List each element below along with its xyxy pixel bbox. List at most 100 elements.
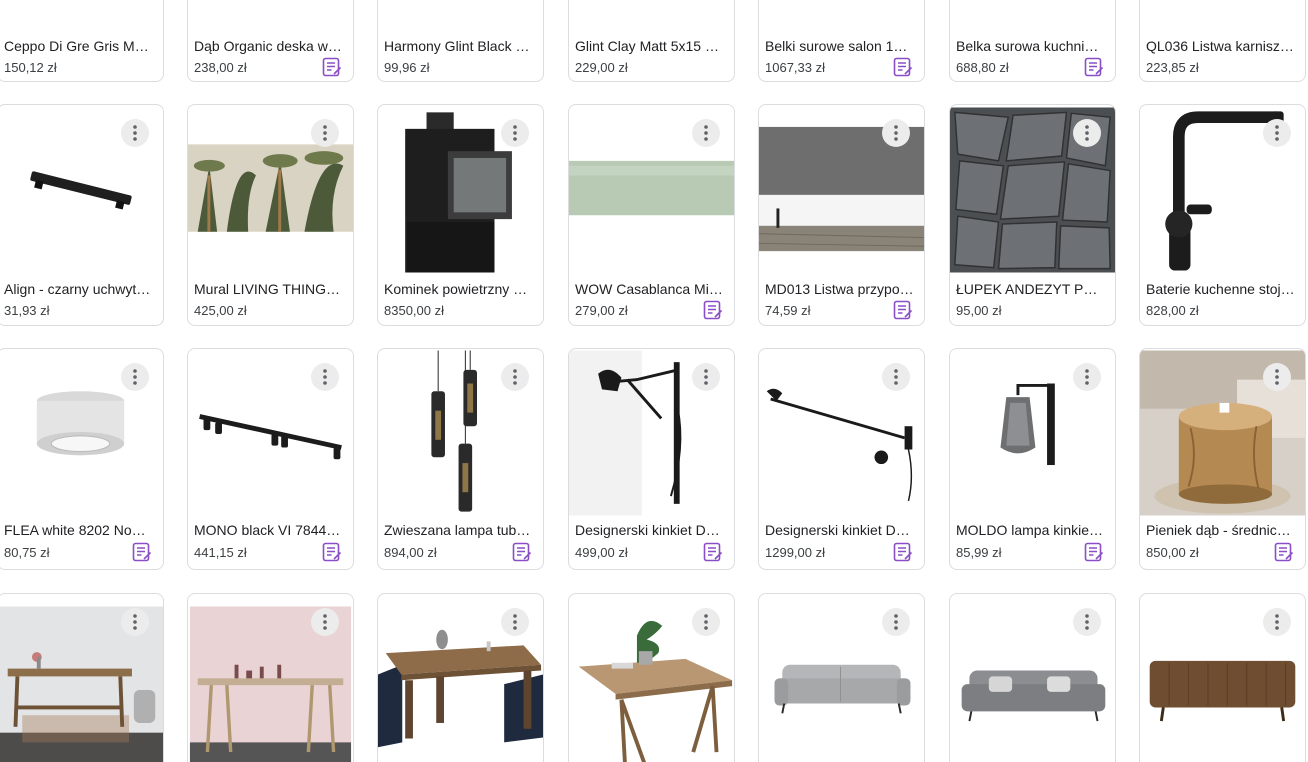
- edit-note-icon[interactable]: [1273, 541, 1295, 563]
- more-options-button[interactable]: [1263, 363, 1291, 391]
- more-options-button[interactable]: [121, 363, 149, 391]
- product-card[interactable]: Glint Clay Matt 5x15 cegiełka 229,00 zł: [568, 0, 735, 82]
- product-card[interactable]: [758, 593, 925, 762]
- edit-note-icon[interactable]: [702, 541, 724, 563]
- product-title[interactable]: Ceppo Di Gre Gris Mat. Rett. 60x120: [4, 38, 153, 54]
- more-options-button[interactable]: [692, 608, 720, 636]
- product-title[interactable]: Baterie kuchenne stojące czarne: [1146, 281, 1295, 297]
- product-title[interactable]: MONO black VI 7844 Nowodvorski: [194, 522, 343, 538]
- more-options-button[interactable]: [882, 363, 910, 391]
- product-card[interactable]: QL036 Listwa karniszowa 223,85 zł: [1139, 0, 1306, 82]
- more-options-button[interactable]: [692, 363, 720, 391]
- more-options-button[interactable]: [311, 363, 339, 391]
- more-options-button[interactable]: [1263, 608, 1291, 636]
- more-options-button[interactable]: [311, 608, 339, 636]
- product-card[interactable]: Belka surowa kuchnia 12x12 688,80 zł: [949, 0, 1116, 82]
- product-card[interactable]: [568, 593, 735, 762]
- edit-note-icon[interactable]: [702, 299, 724, 321]
- more-options-button[interactable]: [501, 363, 529, 391]
- more-options-button[interactable]: [1263, 119, 1291, 147]
- more-vert-icon: [894, 125, 898, 141]
- product-title[interactable]: WOW Casablanca Mint Gloss: [575, 281, 724, 297]
- product-title[interactable]: Harmony Glint Black Matt: [384, 38, 533, 54]
- product-card[interactable]: Harmony Glint Black Matt 99,96 zł: [377, 0, 544, 82]
- product-title[interactable]: Pieniek dąb - średnica 50cm: [1146, 522, 1295, 538]
- product-card[interactable]: MOLDO lampa kinkiet szkło 85,99 zł: [949, 348, 1116, 570]
- product-price: 850,00 zł: [1146, 545, 1199, 560]
- product-card[interactable]: [949, 593, 1116, 762]
- product-card[interactable]: ŁUPEK ANDEZYT PŁASKI 95,00 zł: [949, 104, 1116, 326]
- more-vert-icon: [133, 125, 137, 141]
- product-card[interactable]: [1139, 593, 1306, 762]
- more-options-button[interactable]: [501, 119, 529, 147]
- more-vert-icon: [323, 125, 327, 141]
- product-title[interactable]: Designerski kinkiet DR Lamp: [575, 522, 724, 538]
- product-card[interactable]: Designerski kinkiet DR Arm 1299,00 zł: [758, 348, 925, 570]
- more-vert-icon: [133, 369, 137, 385]
- more-options-button[interactable]: [882, 608, 910, 636]
- more-options-button[interactable]: [1073, 363, 1101, 391]
- product-title[interactable]: Belka surowa kuchnia 12x12: [956, 38, 1105, 54]
- more-vert-icon: [894, 369, 898, 385]
- product-price: 229,00 zł: [575, 60, 628, 75]
- product-card[interactable]: [377, 593, 544, 762]
- edit-note-icon[interactable]: [892, 56, 914, 78]
- product-card[interactable]: Baterie kuchenne stojące czarne 828,00 zł: [1139, 104, 1306, 326]
- more-options-button[interactable]: [311, 119, 339, 147]
- product-card[interactable]: Dąb Organic deska warstwowa 238,00 zł: [187, 0, 354, 82]
- more-vert-icon: [513, 125, 517, 141]
- edit-note-icon[interactable]: [321, 56, 343, 78]
- product-card[interactable]: MD013 Listwa przypodłogowa 74,59 zł: [758, 104, 925, 326]
- edit-note-icon[interactable]: [892, 299, 914, 321]
- product-card[interactable]: Mural LIVING THINGS Jungle 425,00 zł: [187, 104, 354, 326]
- product-title[interactable]: FLEA white 8202 Nowodvorski: [4, 522, 153, 538]
- more-options-button[interactable]: [501, 608, 529, 636]
- product-card[interactable]: Ceppo Di Gre Gris Mat. Rett. 60x120 150,1…: [0, 0, 164, 82]
- more-vert-icon: [704, 125, 708, 141]
- product-price: 1067,33 zł: [765, 60, 825, 75]
- more-options-button[interactable]: [882, 119, 910, 147]
- product-title[interactable]: Kominek powietrzny stalowy: [384, 281, 533, 297]
- edit-note-icon[interactable]: [321, 541, 343, 563]
- edit-note-icon[interactable]: [511, 541, 533, 563]
- more-options-button[interactable]: [1073, 119, 1101, 147]
- product-title[interactable]: Dąb Organic deska warstwowa: [194, 38, 343, 54]
- product-card[interactable]: Belki surowe salon 15x15 1067,33 zł: [758, 0, 925, 82]
- more-vert-icon: [1275, 369, 1279, 385]
- product-card[interactable]: Zwieszana lampa tuba Edison 894,00 zł: [377, 348, 544, 570]
- more-options-button[interactable]: [1073, 608, 1101, 636]
- product-title[interactable]: QL036 Listwa karniszowa: [1146, 38, 1295, 54]
- product-card[interactable]: FLEA white 8202 Nowodvorski 80,75 zł: [0, 348, 164, 570]
- edit-note-icon[interactable]: [892, 541, 914, 563]
- product-price: 80,75 zł: [4, 545, 50, 560]
- product-price: 99,96 zł: [384, 60, 430, 75]
- product-title[interactable]: Designerski kinkiet DR Arm: [765, 522, 914, 538]
- product-title[interactable]: MOLDO lampa kinkiet szkło: [956, 522, 1105, 538]
- more-options-button[interactable]: [692, 119, 720, 147]
- product-card[interactable]: Kominek powietrzny stalowy 8350,00 zł: [377, 104, 544, 326]
- more-vert-icon: [323, 369, 327, 385]
- product-price: 150,12 zł: [4, 60, 57, 75]
- product-title[interactable]: Zwieszana lampa tuba Edison: [384, 522, 533, 538]
- product-price: 828,00 zł: [1146, 303, 1199, 318]
- product-title[interactable]: Belki surowe salon 15x15: [765, 38, 914, 54]
- edit-note-icon[interactable]: [131, 541, 153, 563]
- product-title[interactable]: Glint Clay Matt 5x15 cegiełka: [575, 38, 724, 54]
- product-title[interactable]: Align - czarny uchwyt meblowy: [4, 281, 153, 297]
- more-vert-icon: [704, 369, 708, 385]
- more-options-button[interactable]: [121, 608, 149, 636]
- edit-note-icon[interactable]: [1083, 541, 1105, 563]
- product-title[interactable]: MD013 Listwa przypodłogowa: [765, 281, 914, 297]
- product-card[interactable]: Designerski kinkiet DR Lamp 499,00 zł: [568, 348, 735, 570]
- product-card[interactable]: Align - czarny uchwyt meblowy 31,93 zł: [0, 104, 164, 326]
- edit-note-icon[interactable]: [1083, 56, 1105, 78]
- product-card[interactable]: MONO black VI 7844 Nowodvorski 441,15 zł: [187, 348, 354, 570]
- product-card[interactable]: [0, 593, 164, 762]
- more-options-button[interactable]: [121, 119, 149, 147]
- product-title[interactable]: ŁUPEK ANDEZYT PŁASKI: [956, 281, 1105, 297]
- product-card[interactable]: WOW Casablanca Mint Gloss 279,00 zł: [568, 104, 735, 326]
- product-card[interactable]: [187, 593, 354, 762]
- product-title[interactable]: Mural LIVING THINGS Jungle: [194, 281, 343, 297]
- product-card[interactable]: Pieniek dąb - średnica 50cm 850,00 zł: [1139, 348, 1306, 570]
- more-vert-icon: [133, 614, 137, 630]
